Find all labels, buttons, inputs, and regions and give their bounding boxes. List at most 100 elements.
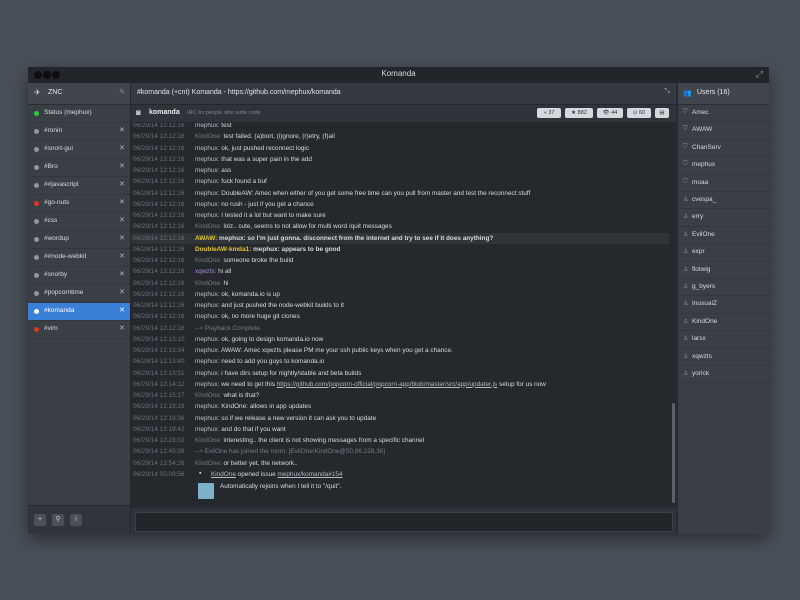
user-role-icon: ♙ [683, 214, 689, 221]
sidebar-channel-item[interactable]: #snort-gui ✕ [28, 141, 130, 159]
close-icon[interactable]: ✕ [119, 126, 125, 134]
user-list-item[interactable]: ⛉ moaa [678, 175, 769, 192]
user-list-item[interactable]: ♙ erry [678, 209, 769, 227]
issue-user-link[interactable]: KindOne [211, 471, 236, 478]
message-nick[interactable]: mephux: ok, just pushed reconnect logic [195, 143, 309, 154]
message-nick[interactable]: mephux: need to add you guys to komanda.… [195, 356, 324, 367]
sidebar-channel-item[interactable]: ##javascript ✕ [28, 177, 130, 195]
sidebar-channel-item[interactable]: ##node-webkit ✕ [28, 249, 130, 267]
user-list-item[interactable]: ♙ flotwig [678, 262, 769, 279]
message-nick[interactable]: mephux: so if we release a new version i… [195, 413, 376, 424]
sidebar-channel-item[interactable]: #Bro ✕ [28, 159, 130, 177]
user-list-item[interactable]: ⛉ ChanServ [678, 140, 769, 158]
user-list-item[interactable]: ♙ cvespa_ [678, 192, 769, 210]
user-list-item[interactable]: ♙ yorick [678, 366, 769, 384]
message-nick[interactable]: KindOne: what is that? [195, 390, 259, 401]
fullscreen-icon[interactable]: ⤢ [756, 70, 763, 79]
message-link[interactable]: https://github.com/popcorn-official/popc… [277, 381, 497, 388]
stars-badge[interactable]: ★ 882 [565, 108, 593, 118]
close-icon[interactable]: ✕ [119, 306, 125, 314]
message-nick[interactable]: mephux: no rush - just if you get a chan… [195, 199, 314, 210]
user-list-item[interactable]: ♙ KindOne [678, 314, 769, 332]
message-nick[interactable]: mephux: AWAW: Amec xqwzts please PM me y… [195, 345, 453, 356]
repo-name[interactable]: komanda [149, 109, 180, 116]
message-nick[interactable]: mephux: that was a super pain in the add [195, 154, 312, 165]
message-scrollbar[interactable] [672, 403, 675, 503]
message-nick[interactable]: mephux: I tested it a lot but want to ma… [195, 210, 326, 221]
sidebar-channel-item[interactable]: #ronin ✕ [28, 123, 130, 141]
sidebar-channel-item[interactable]: #popcorntime ✕ [28, 285, 130, 303]
message-text: KindOne: allows in app updates [221, 403, 312, 411]
close-icon[interactable]: ✕ [119, 144, 125, 152]
message-nick[interactable]: KindOne: test failed. (a)bort, (i)gnore,… [195, 131, 335, 142]
sidebar-channel-item[interactable]: #wordup ✕ [28, 231, 130, 249]
close-icon[interactable]: ✕ [119, 180, 125, 188]
message-nick[interactable]: mephux: DoubleAW: Amec when either of yo… [195, 188, 530, 199]
sidebar-channel-item[interactable]: Status (mephux) [28, 105, 130, 123]
expand-icon[interactable]: ⤡ [664, 88, 670, 96]
message-nick[interactable]: mephux: ok, going to design komanda.io n… [195, 334, 323, 345]
message-nick[interactable]: mephux: and just pushed the node-webkit … [195, 300, 344, 311]
sidebar-channel-item[interactable]: #go-nuts ✕ [28, 195, 130, 213]
add-server-button[interactable]: + [34, 514, 46, 526]
repo-menu-badge[interactable]: ▤ [655, 108, 669, 118]
message-nick[interactable]: KindOne: hi [195, 278, 228, 289]
close-icon[interactable]: ✕ [119, 216, 125, 224]
message-nick[interactable]: KindOne: interesting.. the client is not… [195, 435, 424, 446]
user-list-item[interactable]: ⛉ mephux [678, 157, 769, 175]
channel-label: ##javascript [44, 181, 79, 188]
user-list-item[interactable]: ♙ larsx [678, 331, 769, 349]
message-nick[interactable]: xqwzts: hi all [195, 266, 231, 277]
network-header[interactable]: ✈ ZNC ✎ [28, 83, 130, 105]
user-list-item[interactable]: ♙ expr [678, 244, 769, 262]
close-icon[interactable]: ✕ [119, 288, 125, 296]
message-nick[interactable]: mephux: fuck found a buf [195, 176, 267, 187]
message-nick[interactable]: mephux: and do that if you want [195, 424, 286, 435]
channel-topic: #komanda (+cnt) Komanda - https://github… [137, 89, 341, 96]
message-nick[interactable]: KindOne: or better yet, the network.. [195, 458, 298, 469]
message-nick[interactable]: KindOne: lolz.. cute, seems to not allow… [195, 221, 392, 232]
close-icon[interactable]: ✕ [119, 162, 125, 170]
message-nick[interactable]: mephux: i have dirs setup for nightly/st… [195, 368, 361, 379]
github-repo-card: ◙ komanda IRC for people who write code … [131, 105, 676, 123]
forks-badge[interactable]: ⑂ 37 [537, 108, 561, 118]
user-list-item[interactable]: ♙ g_byers [678, 279, 769, 297]
channel-label: Status (mephux) [44, 109, 92, 116]
sidebar-channel-item[interactable]: #vim ✕ [28, 321, 130, 339]
edit-network-icon[interactable]: ✎ [119, 88, 125, 96]
message-nick[interactable]: DoubleAW-kmda1: mephux: appears to be go… [195, 244, 340, 255]
message-timestamp: 06/29/14 12:12:16 [133, 123, 185, 129]
close-icon[interactable]: ✕ [119, 324, 125, 332]
status-dot [34, 201, 39, 206]
message-nick[interactable]: mephux: we need to get this https://gith… [195, 379, 546, 390]
sidebar-channel-item[interactable]: #komanda ✕ [28, 303, 130, 321]
user-list-item[interactable]: ♙ xqwzts [678, 349, 769, 366]
message-nick[interactable]: AWAW: mephux: so I'm just gonna. disconn… [195, 233, 493, 244]
message-nick[interactable]: --> Playback Complete. [195, 323, 262, 334]
close-icon[interactable]: ✕ [119, 234, 125, 242]
sidebar-channel-item[interactable]: #snorby ✕ [28, 267, 130, 285]
message-nick[interactable]: KindOne: someone broke the build [195, 255, 293, 266]
close-icon[interactable]: ✕ [119, 270, 125, 278]
message-nick[interactable]: mephux: ass [195, 165, 231, 176]
message-nick[interactable]: --> EvilOne has joined the room. [EvilOn… [195, 446, 385, 457]
message-nick[interactable]: mephux: test [195, 123, 232, 131]
issue-ref-link[interactable]: mephux/komanda#154 [277, 471, 342, 478]
watchers-badge[interactable]: 👁 44 [597, 108, 623, 118]
status-dot [34, 255, 39, 260]
issues-badge[interactable]: ⊙ 60 [627, 108, 651, 118]
message-nick[interactable]: mephux: ok, no more huge git clones [195, 311, 300, 322]
message-timestamp: 06/29/14 12:23:03 [133, 437, 185, 444]
user-list-item[interactable]: ♙ EvilOne [678, 227, 769, 245]
user-list-item[interactable]: ⛉ Amec [678, 105, 769, 123]
sidebar-channel-item[interactable]: #css ✕ [28, 213, 130, 231]
close-icon[interactable]: ✕ [119, 252, 125, 260]
message-nick[interactable]: mephux: ok, komanda.io is up [195, 289, 280, 300]
user-list-item[interactable]: ⛉ AWAW [678, 122, 769, 140]
user-list-item[interactable]: ♙ InusualZ [678, 296, 769, 314]
message-nick[interactable]: mephux: KindOne: allows in app updates [195, 401, 311, 412]
link-button[interactable]: ⚲ [52, 514, 64, 526]
info-button[interactable]: i [70, 514, 82, 526]
message-input[interactable] [135, 512, 673, 532]
close-icon[interactable]: ✕ [119, 198, 125, 206]
